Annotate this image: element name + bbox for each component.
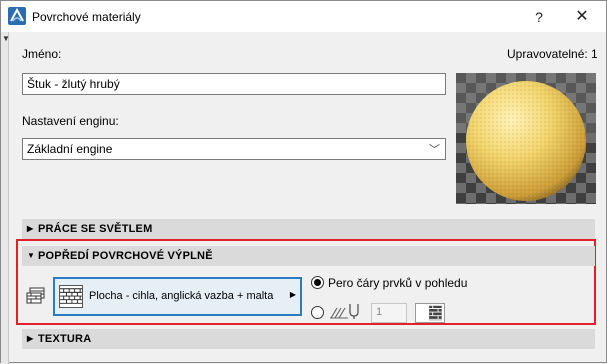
engine-select[interactable]: Základní engine ﹀ bbox=[22, 138, 446, 160]
fill-picker-button[interactable]: Plocha - cihla, anglická vazba + malta ▶ bbox=[53, 277, 302, 316]
chevron-down-icon: ▼ bbox=[27, 251, 36, 260]
help-button[interactable]: ? bbox=[521, 5, 557, 29]
pen-color-swatch[interactable] bbox=[415, 303, 445, 323]
section-texture-header[interactable]: ▶ TEXTURA bbox=[22, 329, 595, 349]
engine-select-value: Základní engine bbox=[27, 142, 113, 156]
archicad-icon bbox=[8, 7, 26, 25]
section-fill-label: POPŘEDÍ POVRCHOVÉ VÝPLNĚ bbox=[38, 250, 213, 262]
pen-option-label: Pero čáry prvků v pohledu bbox=[328, 276, 468, 290]
title-bar: Povrchové materiály ? ✕ bbox=[1, 1, 606, 32]
name-label: Jméno: bbox=[22, 47, 62, 61]
pen-icon bbox=[349, 304, 359, 319]
chevron-down-icon: ﹀ bbox=[429, 144, 440, 156]
panel-collapse-strip[interactable]: ▼ bbox=[1, 32, 10, 364]
material-preview bbox=[456, 73, 596, 204]
chevron-right-icon: ▶ bbox=[27, 224, 34, 233]
surface-materials-dialog: Povrchové materiály ? ✕ ▼ Jméno: Upravov… bbox=[0, 0, 607, 364]
hatch-pattern-icon bbox=[330, 307, 348, 319]
chevron-right-icon: ▶ bbox=[289, 290, 296, 299]
collapse-arrow-icon[interactable]: ▼ bbox=[2, 34, 10, 43]
editable-count: Upravovatelné: 1 bbox=[507, 47, 598, 61]
material-name-input[interactable]: Štuk - žlutý hrubý bbox=[22, 73, 446, 95]
chevron-right-icon: ▶ bbox=[27, 334, 34, 343]
engine-label: Nastavení enginu: bbox=[22, 114, 119, 128]
section-light-header[interactable]: ▶ PRÁCE SE SVĚTLEM bbox=[22, 219, 595, 239]
radio-pen-of-element[interactable] bbox=[311, 276, 324, 289]
brick-fill-swatch-icon bbox=[59, 285, 83, 308]
section-texture-label: TEXTURA bbox=[38, 333, 92, 345]
section-fill-header[interactable]: ▼ POPŘEDÍ POVRCHOVÉ VÝPLNĚ bbox=[22, 246, 595, 266]
close-button[interactable]: ✕ bbox=[564, 5, 600, 29]
fill-type-icon[interactable] bbox=[25, 286, 47, 306]
section-light-label: PRÁCE SE SVĚTLEM bbox=[38, 223, 153, 235]
pen-number-input[interactable]: 1 bbox=[371, 303, 407, 323]
radio-custom-pen[interactable] bbox=[311, 306, 324, 319]
fill-name: Plocha - cihla, anglická vazba + malta bbox=[89, 290, 274, 302]
window-title: Povrchové materiály bbox=[32, 10, 141, 24]
